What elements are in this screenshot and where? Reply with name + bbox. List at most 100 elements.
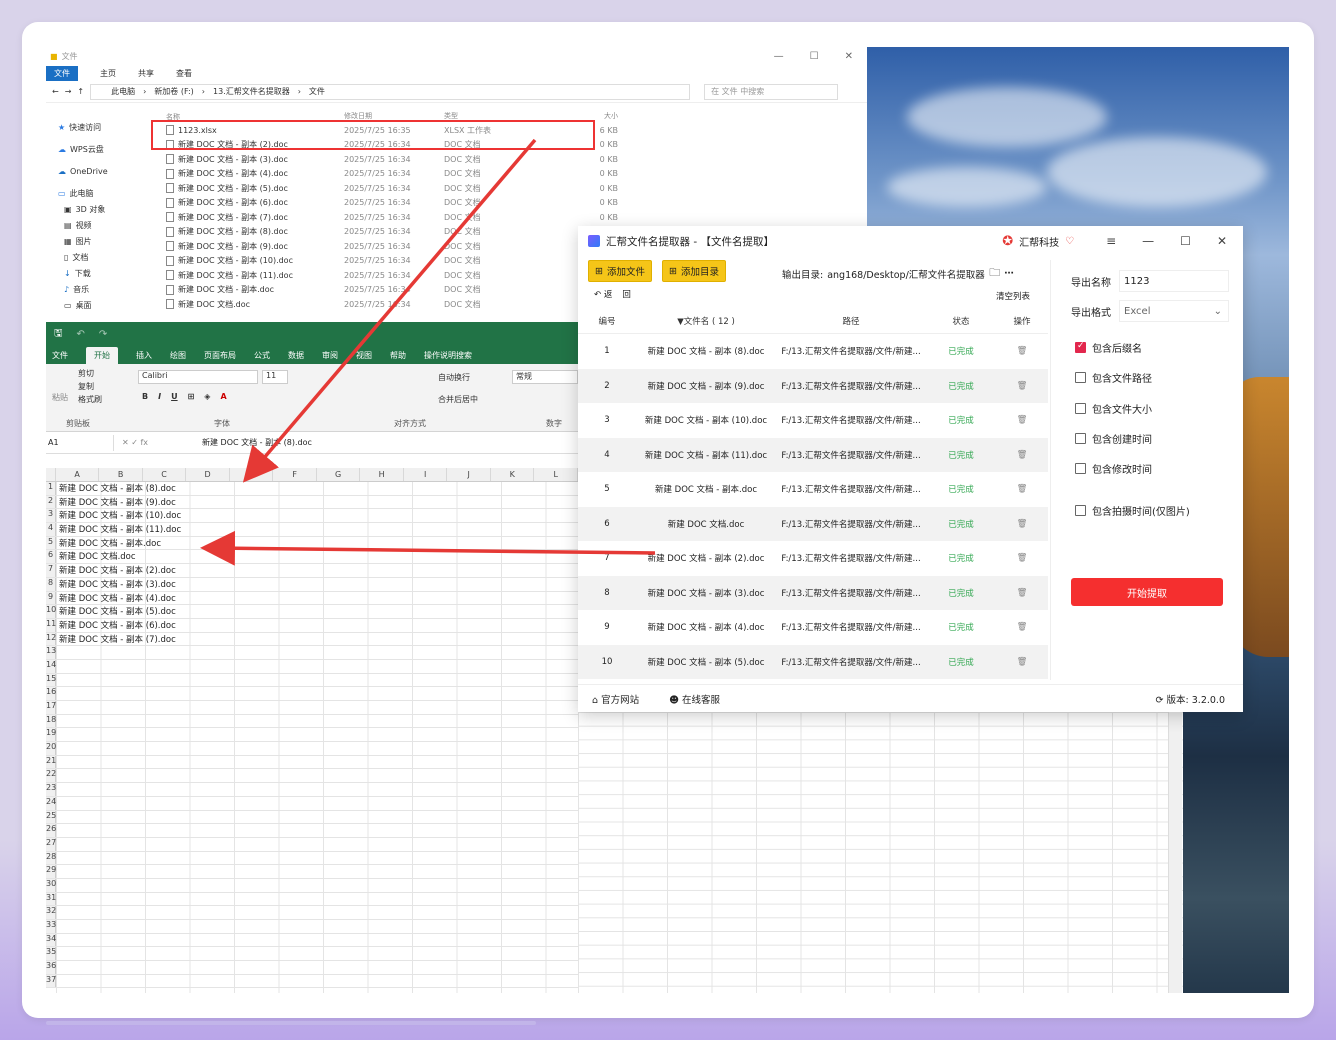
cell-a[interactable]: 新建 DOC 文档.doc — [56, 550, 236, 563]
table-row[interactable]: 7 新建 DOC 文档 - 副本 (2).doc F:/13.汇帮文件名提取器/文件… — [578, 541, 1048, 576]
row-header[interactable]: 1 — [46, 482, 56, 495]
trash-icon[interactable]: 🗑 — [996, 622, 1048, 632]
cell-a[interactable]: 新建 DOC 文档 - 副本 (7).doc — [56, 633, 236, 646]
select-all-corner[interactable] — [46, 468, 56, 481]
clear-list-button[interactable]: 清空列表 — [996, 290, 1030, 302]
font-name-select[interactable]: Calibri — [138, 370, 258, 384]
trash-icon[interactable]: 🗑 — [996, 519, 1048, 529]
row-header[interactable]: 34 — [46, 933, 56, 947]
column-header[interactable]: H — [360, 468, 404, 481]
row-header[interactable]: 10 — [46, 605, 56, 618]
wrap-text-button[interactable]: 自动换行 — [438, 372, 470, 383]
row-header[interactable]: 17 — [46, 701, 56, 714]
checkbox-icon[interactable] — [1075, 433, 1086, 444]
column-header[interactable]: F — [273, 468, 317, 481]
table-row[interactable]: 1 新建 DOC 文档 - 副本 (8).doc F:/13.汇帮文件名提取器/文件… — [578, 334, 1048, 369]
nav-item[interactable]: ♪ 音乐 — [46, 281, 156, 297]
sheet-row[interactable]: 21 — [46, 755, 578, 770]
page-scrollbar[interactable] — [46, 1021, 536, 1025]
sheet-row[interactable]: 35 — [46, 947, 578, 962]
sheet-row[interactable]: 3 新建 DOC 文档 - 副本 (10).doc — [46, 509, 578, 524]
cell-a[interactable] — [56, 769, 236, 782]
sheet-row[interactable]: 32 — [46, 906, 578, 920]
breadcrumb-item[interactable]: 此电脑 — [111, 86, 135, 97]
cell-a[interactable] — [56, 756, 236, 769]
nav-item[interactable]: ▣ 3D 对象 — [46, 201, 156, 217]
sheet-row[interactable]: 22 — [46, 769, 578, 784]
row-header[interactable]: 7 — [46, 564, 56, 577]
tab-home[interactable]: 主页 — [100, 68, 116, 79]
sheet-row[interactable]: 7 新建 DOC 文档 - 副本 (2).doc — [46, 564, 578, 578]
row-header[interactable]: 20 — [46, 742, 56, 755]
row-header[interactable]: 22 — [46, 769, 56, 783]
output-path-input[interactable]: ang168/Desktop/汇帮文件名提取器 — [827, 267, 985, 281]
minimize-button[interactable]: — — [774, 51, 784, 62]
cell-a[interactable] — [56, 934, 236, 947]
excel-tab[interactable]: 页面布局 — [204, 350, 236, 361]
maximize-button[interactable]: ☐ — [1180, 234, 1191, 248]
cell-a[interactable] — [56, 742, 236, 755]
merge-center-button[interactable]: 合并后居中 — [438, 394, 478, 405]
add-directory-button[interactable]: ⊞ 添加目录 — [661, 260, 726, 282]
trash-icon[interactable]: 🗑 — [996, 553, 1048, 563]
cell-a[interactable]: 新建 DOC 文档 - 副本 (3).doc — [56, 578, 236, 591]
row-header[interactable]: 25 — [46, 810, 56, 824]
underline-button[interactable]: U — [171, 392, 178, 401]
sheet-row[interactable]: 23 — [46, 783, 578, 797]
checkbox-icon[interactable] — [1075, 341, 1086, 353]
cell-a[interactable]: 新建 DOC 文档 - 副本 (10).doc — [56, 509, 236, 522]
sheet-row[interactable]: 1 新建 DOC 文档 - 副本 (8).doc — [46, 482, 578, 496]
table-row[interactable]: 3 新建 DOC 文档 - 副本 (10).doc F:/13.汇帮文件名提取器/文… — [578, 403, 1048, 438]
nav-item[interactable]: ▭ 桌面 — [46, 297, 156, 313]
cell-a[interactable]: 新建 DOC 文档 - 副本 (9).doc — [56, 496, 236, 509]
cell-a[interactable] — [56, 811, 236, 824]
spreadsheet-grid[interactable]: ABCDEFGHIJKL 1 新建 DOC 文档 - 副本 (8).doc 2 新建 … — [46, 468, 578, 989]
option-checkbox[interactable]: 包含修改时间 — [1075, 461, 1152, 476]
column-header[interactable]: K — [491, 468, 535, 481]
forward-icon[interactable]: → — [65, 87, 72, 96]
sheet-row[interactable]: 15 — [46, 673, 578, 688]
checkbox-icon[interactable] — [1075, 463, 1086, 474]
sheet-row[interactable]: 16 — [46, 687, 578, 701]
sheet-row[interactable]: 2 新建 DOC 文档 - 副本 (9).doc — [46, 495, 578, 510]
file-row[interactable]: 新建 DOC 文档 - 副本 (3).doc 2025/7/25 16:34 DOC… — [164, 152, 824, 167]
trash-icon[interactable]: 🗑 — [996, 381, 1048, 391]
cell-a[interactable] — [56, 715, 236, 728]
cell-a[interactable]: 新建 DOC 文档 - 副本 (5).doc — [56, 605, 236, 618]
sheet-row[interactable]: 5 新建 DOC 文档 - 副本.doc — [46, 536, 578, 551]
undo-icon[interactable]: ↶ — [77, 329, 85, 340]
option-checkbox[interactable]: 包含文件大小 — [1075, 401, 1152, 416]
excel-tab[interactable]: 操作说明搜索 — [424, 350, 472, 361]
sheet-row[interactable]: 13 — [46, 646, 578, 660]
folder-icon[interactable]: 🗀 — [989, 264, 1000, 283]
file-row[interactable]: 新建 DOC 文档 - 副本 (7).doc 2025/7/25 16:34 DOC… — [164, 210, 824, 225]
option-checkbox[interactable]: 包含后缀名 — [1075, 340, 1142, 355]
nav-item[interactable]: ↓ 下载 — [46, 265, 156, 281]
cell-a[interactable] — [56, 975, 236, 988]
sheet-row[interactable]: 26 — [46, 824, 578, 838]
fill-color-icon[interactable]: ◈ — [204, 392, 210, 401]
tab-file[interactable]: 文件 — [46, 65, 78, 81]
trash-icon[interactable]: 🗑 — [996, 346, 1048, 356]
export-format-select[interactable]: Excel ⌄ — [1119, 300, 1229, 322]
trash-icon[interactable]: 🗑 — [996, 415, 1048, 425]
row-header[interactable]: 8 — [46, 577, 56, 591]
cell-a[interactable] — [56, 961, 236, 974]
add-file-button[interactable]: ⊞ 添加文件 — [588, 260, 652, 282]
cell-a[interactable] — [56, 906, 236, 919]
back-icon[interactable]: ← — [52, 87, 59, 96]
cell-a[interactable] — [56, 783, 236, 796]
cell-a[interactable] — [56, 728, 236, 741]
option-checkbox[interactable]: 包含文件路径 — [1075, 370, 1152, 385]
row-header[interactable]: 6 — [46, 550, 56, 564]
fx-icon[interactable]: ✕ ✓ fx — [122, 438, 194, 447]
sheet-row[interactable]: 18 — [46, 714, 578, 729]
row-header[interactable]: 12 — [46, 632, 56, 646]
save-icon[interactable]: 🖫 — [54, 326, 63, 343]
close-button[interactable]: ✕ — [845, 51, 853, 62]
cell-a[interactable]: 新建 DOC 文档 - 副本 (2).doc — [56, 564, 236, 577]
cell-a[interactable] — [56, 838, 236, 851]
search-input[interactable]: 在 文件 中搜索 — [704, 83, 839, 100]
option-checkbox[interactable]: 包含创建时间 — [1075, 431, 1152, 446]
excel-tab[interactable]: 数据 — [288, 350, 304, 361]
